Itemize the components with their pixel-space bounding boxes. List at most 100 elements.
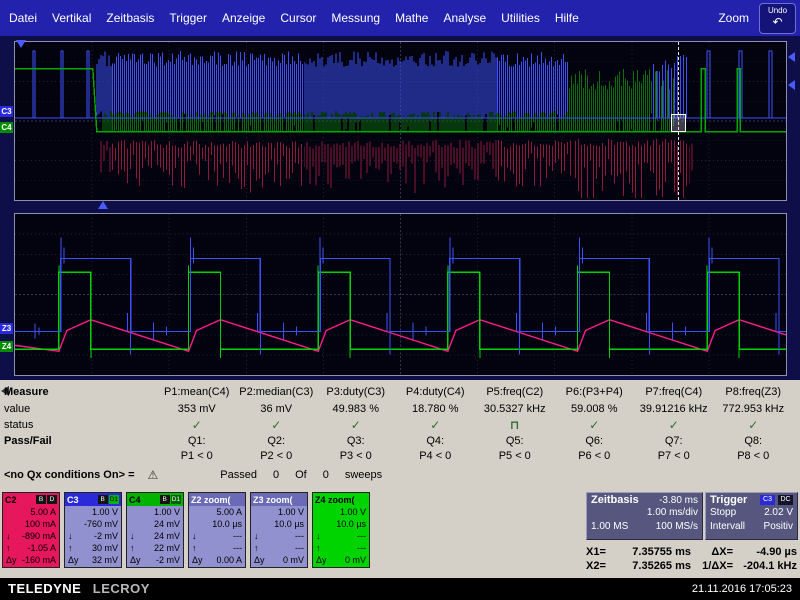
- trigger-delay-marker[interactable]: [16, 40, 26, 48]
- zoom-menu[interactable]: Zoom: [718, 11, 749, 25]
- measure-value-p5: 30.5327 kHz: [483, 402, 546, 415]
- trigger-position-marker[interactable]: [98, 201, 108, 209]
- trigger-type: Intervall: [710, 521, 746, 532]
- menu-item-anzeige[interactable]: Anzeige: [222, 11, 265, 25]
- descriptor-row-value: 10.0 µs: [212, 519, 242, 529]
- descriptor-row-value: -2 mV: [155, 555, 180, 565]
- descriptor-row-value: 32 mV: [91, 555, 118, 565]
- measure-status-p8: ✓: [748, 418, 759, 432]
- descriptor-c4[interactable]: C4 B D1 1.00 V 24 mV ↓ 24 mV ↑ 22 mV Δy -2 mV: [126, 492, 184, 568]
- measure-panel: Measure P1:mean(C4) P2:median(C3) P3:duty(C…: [0, 380, 800, 490]
- descriptor-row-value: ---: [233, 531, 242, 541]
- descriptor-badge: B: [97, 495, 108, 504]
- measure-param-p3[interactable]: P3:duty(C3): [316, 386, 396, 398]
- measure-condition-p6[interactable]: P6 < 0: [555, 450, 635, 462]
- channel-tag-c4[interactable]: C4: [0, 122, 13, 133]
- descriptor-title: C2: [5, 494, 17, 505]
- measure-q-p5[interactable]: Q5:: [475, 435, 555, 447]
- descriptor-badge: D1: [108, 495, 119, 504]
- descriptor-row-label: ↓: [6, 531, 11, 541]
- descriptor-row-value: ---: [357, 531, 366, 541]
- measure-q-p3[interactable]: Q3:: [316, 435, 396, 447]
- channel-tag-z4[interactable]: Z4: [0, 341, 13, 352]
- measure-condition-p2[interactable]: P2 < 0: [237, 450, 317, 462]
- descriptor-z3[interactable]: Z3 zoom(1.00 V 10.0 µs ↓ --- ↑ --- Δy 0 mV: [250, 492, 308, 568]
- menu-item-analyse[interactable]: Analyse: [443, 11, 486, 25]
- undo-button[interactable]: Undo ↶: [759, 2, 796, 34]
- measure-condition-p3[interactable]: P3 < 0: [316, 450, 396, 462]
- measure-condition-p7[interactable]: P7 < 0: [634, 450, 714, 462]
- measure-param-p5[interactable]: P5:freq(C2): [475, 386, 555, 398]
- descriptor-row-label: ↓: [316, 531, 321, 541]
- measure-value-p4: 18.780 %: [412, 402, 459, 415]
- menu-item-hilfe[interactable]: Hilfe: [555, 11, 579, 25]
- descriptor-row-value: ---: [233, 543, 242, 553]
- menu-item-datei[interactable]: Datei: [9, 11, 37, 25]
- measure-param-p2[interactable]: P2:median(C3): [237, 386, 317, 398]
- measure-status-p3: ✓: [350, 418, 361, 432]
- measure-q-p6[interactable]: Q6:: [555, 435, 635, 447]
- measure-value-p2: 36 mV: [260, 402, 293, 415]
- measure-param-p6[interactable]: P6:(P3+P4): [555, 386, 635, 398]
- trigger-source-badge: C3: [760, 495, 775, 505]
- measure-row-param: Measure P1:mean(C4) P2:median(C3) P3:duty(C…: [2, 383, 798, 400]
- x1-value: 7.35755 ms: [632, 546, 691, 558]
- measure-condition-p4[interactable]: P4 < 0: [396, 450, 476, 462]
- zoom-graticule[interactable]: [14, 213, 800, 376]
- descriptor-row-value: 1.00 V: [339, 507, 366, 517]
- measure-row-condition: P1 < 0 P2 < 0 P3 < 0 P4 < 0 P5 < 0 P6 < 0 P7 <…: [2, 448, 798, 463]
- brand-lecroy: LECROY: [92, 581, 150, 596]
- top-graticule[interactable]: [14, 41, 787, 201]
- measure-status-p4: ✓: [430, 418, 441, 432]
- measure-param-p8[interactable]: P8:freq(Z3): [714, 386, 794, 398]
- passed-label: Passed: [220, 469, 257, 481]
- descriptor-row-value: 10.0 µs: [336, 519, 366, 529]
- menu-item-cursor[interactable]: Cursor: [280, 11, 316, 25]
- passfail-summary: <no Qx conditions On> = ⚠ Passed 0 Of 0 …: [4, 466, 796, 484]
- descriptor-row-value: -1.05 A: [27, 543, 56, 553]
- measure-q-p7[interactable]: Q7:: [634, 435, 714, 447]
- menu-item-utilities[interactable]: Utilities: [501, 11, 540, 25]
- menu-item-zeitbasis[interactable]: Zeitbasis: [106, 11, 154, 25]
- descriptor-row-label: ↑: [68, 543, 73, 553]
- descriptor-row-value: 30 mV: [91, 543, 118, 553]
- descriptor-row-value: 22 mV: [153, 543, 180, 553]
- descriptor-row-label: ↑: [6, 543, 11, 553]
- trigger-level-marker[interactable]: [788, 52, 795, 62]
- measure-param-p4[interactable]: P4:duty(C4): [396, 386, 476, 398]
- measure-q-p4[interactable]: Q4:: [396, 435, 476, 447]
- channel-tag-c3[interactable]: C3: [0, 106, 13, 117]
- footer-bar: TELEDYNE LECROY 21.11.2016 17:05:23: [0, 578, 800, 600]
- cursor-marker[interactable]: [671, 114, 686, 132]
- measure-condition-p1[interactable]: P1 < 0: [157, 450, 237, 462]
- measure-q-p1[interactable]: Q1:: [157, 435, 237, 447]
- measure-value-p7: 39.91216 kHz: [639, 402, 708, 415]
- cursor-readout-x1: X1= 7.35755 ms ΔX= -4.90 µs: [586, 546, 797, 558]
- timebase-descriptor[interactable]: Zeitbasis -3.80 ms 1.00 ms/div 1.00 MS 1…: [586, 492, 703, 540]
- menu-item-messung[interactable]: Messung: [331, 11, 380, 25]
- passed-count: 0: [272, 469, 280, 481]
- menu-items: Datei Vertikal Zeitbasis Trigger Anzeige Curs…: [0, 11, 579, 25]
- descriptor-row-label: Δy: [316, 555, 327, 565]
- descriptor-c2[interactable]: C2 B D 5.00 A 100 mA ↓ -890 mA ↑ -1.05 A Δy -160 m…: [2, 492, 60, 568]
- measure-q-p2[interactable]: Q2:: [237, 435, 317, 447]
- descriptor-z2[interactable]: Z2 zoom(5.00 A 10.0 µs ↓ --- ↑ --- Δy 0.00 A: [188, 492, 246, 568]
- measure-row-label-value: value: [4, 402, 31, 415]
- channel-tag-z3[interactable]: Z3: [0, 323, 13, 334]
- measure-condition-p5[interactable]: P5 < 0: [475, 450, 555, 462]
- descriptor-row-label: ↓: [68, 531, 73, 541]
- channel-level-marker[interactable]: [788, 80, 795, 90]
- menu-item-trigger[interactable]: Trigger: [169, 11, 207, 25]
- descriptor-row-value: 0.00 A: [216, 555, 242, 565]
- measure-q-p8[interactable]: Q8:: [714, 435, 794, 447]
- descriptor-c3[interactable]: C3 B D1 1.00 V -760 mV ↓ -2 mV ↑ 30 mV Δy 32 mV: [64, 492, 122, 568]
- trigger-descriptor[interactable]: Trigger C3 DC Stopp 2.02 V Intervall Pos…: [705, 492, 798, 540]
- menu-item-vertikal[interactable]: Vertikal: [52, 11, 91, 25]
- descriptor-row-value: 0 mV: [282, 555, 304, 565]
- measure-condition-p8[interactable]: P8 < 0: [714, 450, 794, 462]
- measure-param-p7[interactable]: P7:freq(C4): [634, 386, 714, 398]
- menu-item-mathe[interactable]: Mathe: [395, 11, 428, 25]
- descriptor-z4[interactable]: Z4 zoom(1.00 V 10.0 µs ↓ --- ↑ --- Δy 0 mV: [312, 492, 370, 568]
- measure-param-p1[interactable]: P1:mean(C4): [157, 386, 237, 398]
- brand-teledyne: TELEDYNE: [8, 581, 82, 596]
